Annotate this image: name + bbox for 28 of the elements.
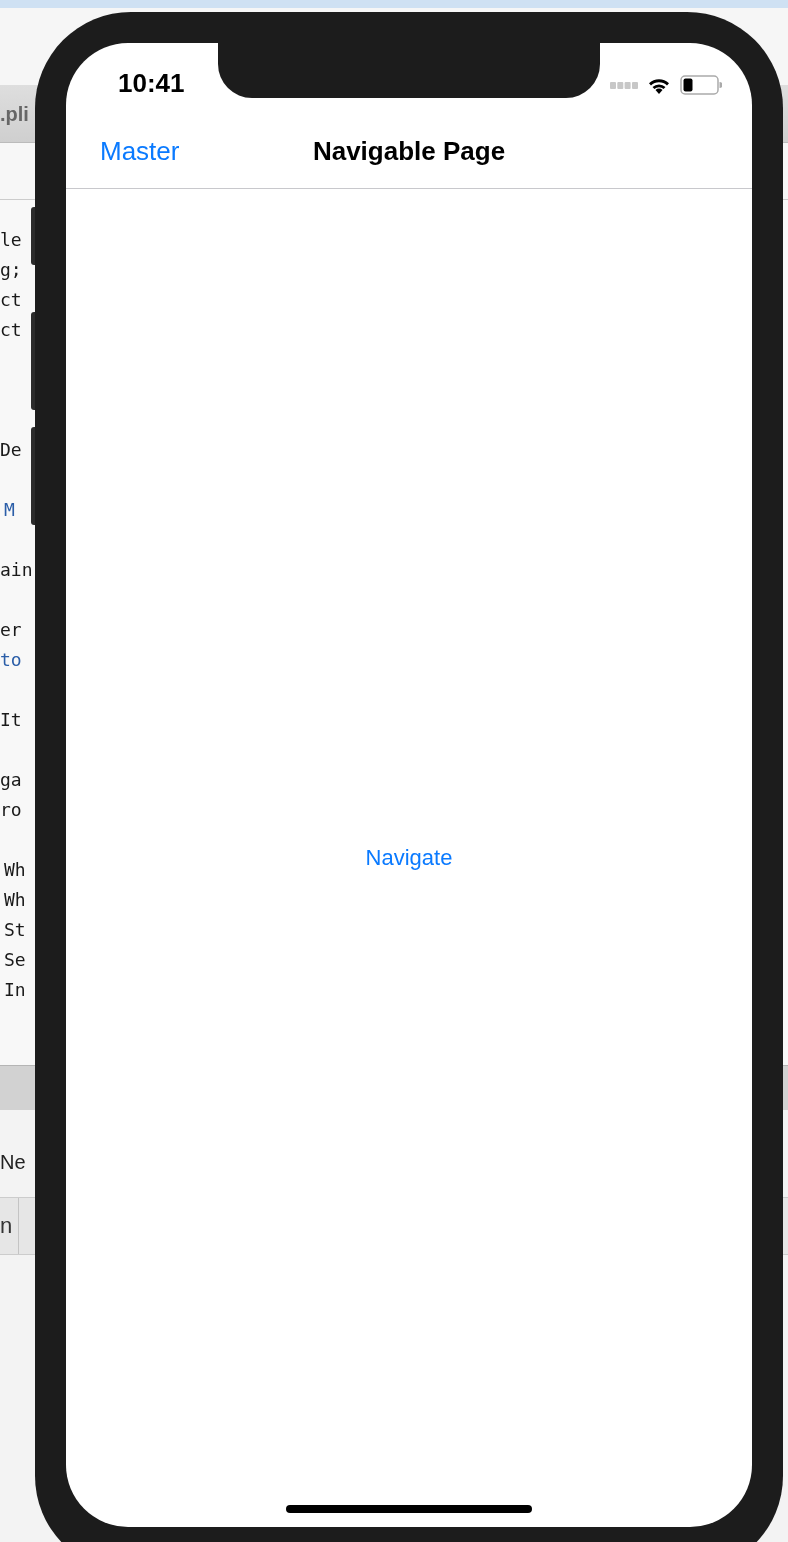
code-text: le (0, 229, 22, 251)
code-text: It (0, 709, 22, 731)
code-text: Wh (4, 859, 26, 881)
code-text: Wh (4, 889, 26, 911)
code-text: ct (0, 319, 22, 341)
code-text: ro (0, 799, 22, 821)
code-text: er (0, 619, 22, 641)
code-text: In (4, 979, 26, 1001)
code-text: M (4, 499, 15, 521)
file-tab[interactable]: .pli (0, 101, 29, 126)
code-text: ain (0, 559, 33, 581)
battery-icon (680, 75, 722, 95)
home-indicator[interactable] (286, 1505, 532, 1513)
code-text: to (0, 649, 22, 671)
code-text: ga (0, 769, 22, 791)
panel-label: Ne (0, 1149, 26, 1174)
code-text: Se (4, 949, 26, 971)
clock-time: 10:41 (118, 68, 185, 98)
code-text: g; (0, 259, 22, 281)
code-text: De (0, 439, 22, 461)
signal-icon (610, 81, 638, 89)
page-title: Navigable Page (312, 135, 506, 167)
column-header: n (0, 1198, 20, 1254)
navigate-button[interactable]: Navigate (365, 845, 453, 871)
wifi-icon (648, 76, 670, 94)
code-text: ct (0, 289, 22, 311)
code-text: St (4, 919, 26, 941)
back-button[interactable]: Master (100, 135, 180, 167)
